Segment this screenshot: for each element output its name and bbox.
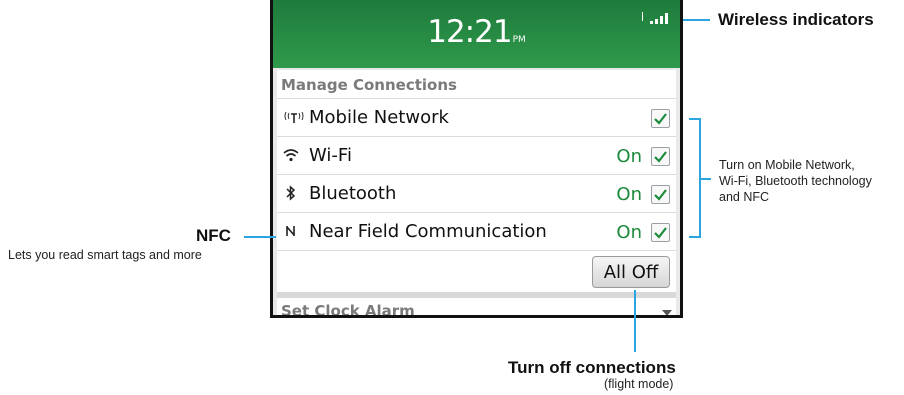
clock: 12:21PM [273, 14, 680, 50]
set-clock-alarm-heading[interactable]: Set Clock Alarm [281, 302, 415, 315]
phone-screen: 12:21PM Manage Connections Mobile Networ… [270, 0, 683, 318]
section-divider [277, 292, 676, 298]
turn-off-callout-line [634, 290, 636, 352]
connection-label: Wi-Fi [309, 145, 352, 166]
connection-status: On [616, 222, 642, 243]
checkbox-bluetooth[interactable] [651, 185, 670, 204]
nfc-icon [283, 223, 305, 241]
connection-label: Bluetooth [309, 183, 397, 204]
connection-label: Mobile Network [309, 107, 449, 128]
turn-off-annotation-description: (flight mode) [604, 377, 674, 391]
connection-row-bluetooth[interactable]: Bluetooth On [277, 174, 676, 213]
wireless-callout-line [683, 19, 710, 21]
turn-on-annotation: Turn on Mobile Network, Wi-Fi, Bluetooth… [719, 157, 904, 205]
checkbox-wifi[interactable] [651, 147, 670, 166]
clock-time: 12:21 [427, 14, 512, 50]
turn-on-bracket-top [689, 118, 701, 120]
checkbox-nfc[interactable] [651, 223, 670, 242]
signal-strength-icon [642, 12, 672, 26]
connection-status: On [616, 146, 642, 167]
all-off-area: All Off [277, 250, 676, 294]
turn-off-annotation-title: Turn off connections [508, 358, 676, 377]
nfc-callout-line [244, 236, 276, 238]
connection-row-wifi[interactable]: Wi-Fi On [277, 136, 676, 175]
connection-label: Near Field Communication [309, 221, 547, 242]
section-title: Manage Connections [281, 76, 457, 94]
mobile-network-icon [283, 109, 305, 127]
nfc-annotation-title: NFC [196, 226, 231, 245]
connection-status: On [616, 184, 642, 205]
scroll-down-arrow-icon[interactable] [662, 310, 672, 315]
wifi-icon [283, 147, 305, 165]
connection-row-mobile-network[interactable]: Mobile Network [277, 98, 676, 137]
turn-on-bracket-bottom [689, 236, 701, 238]
turn-on-line-1: Turn on Mobile Network, [719, 158, 855, 172]
clock-ampm: PM [512, 35, 526, 45]
turn-on-line-2: Wi-Fi, Bluetooth technology [719, 174, 872, 188]
checkbox-mobile-network[interactable] [651, 109, 670, 128]
all-off-button[interactable]: All Off [592, 256, 670, 288]
turn-on-line-3: and NFC [719, 190, 770, 204]
nfc-annotation-description: Lets you read smart tags and more [8, 248, 202, 262]
connection-row-nfc[interactable]: Near Field Communication On [277, 212, 676, 251]
status-header: 12:21PM [273, 0, 680, 68]
bluetooth-icon [283, 185, 305, 203]
wireless-indicators-label: Wireless indicators [718, 10, 874, 29]
turn-on-callout-line [701, 178, 711, 180]
manage-connections-panel: Manage Connections Mobile Network Wi-Fi … [277, 70, 676, 315]
